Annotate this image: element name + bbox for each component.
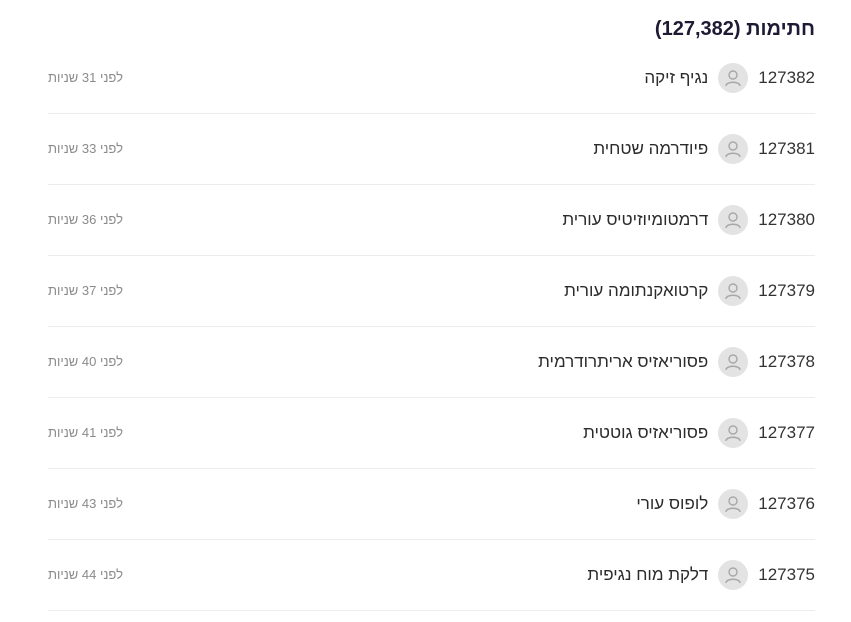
signature-row: 127380 דרמטומיוזיטיס עורית לפני 36 שניות	[48, 185, 815, 256]
signer-name: פיודרמה שטחית	[593, 139, 709, 158]
signature-info: 127382 נגיף זיקה	[644, 63, 815, 93]
signer-name: דרמטומיוזיטיס עורית	[562, 210, 709, 229]
signature-row: 127375 דלקת מוח נגיפית לפני 44 שניות	[48, 540, 815, 611]
signature-row: 127377 פסוריאזיס גוטטית לפני 41 שניות	[48, 398, 815, 469]
signature-number: 127375	[758, 565, 815, 584]
signer-name: קרטואקנתומה עורית	[564, 281, 709, 300]
signature-number: 127382	[758, 68, 815, 87]
signatures-list: 127382 נגיף זיקה לפני 31 שניות 127381 פי…	[48, 43, 815, 611]
signature-info: 127380 דרמטומיוזיטיס עורית	[562, 205, 815, 235]
signature-time: לפני 36 שניות	[48, 212, 123, 227]
signer-name: דלקת מוח נגיפית	[587, 565, 709, 584]
signer-name: פסוריאזיס אריתרודרמית	[538, 352, 709, 371]
signer-name: לופוס עורי	[636, 494, 709, 513]
signature-row: 127382 נגיף זיקה לפני 31 שניות	[48, 43, 815, 114]
signature-time: לפני 44 שניות	[48, 567, 123, 582]
signature-info: 127377 פסוריאזיס גוטטית	[583, 418, 815, 448]
signature-number: 127381	[758, 139, 815, 158]
user-placeholder-icon	[718, 134, 749, 164]
signatures-title: חתימות (127,382)	[654, 18, 815, 40]
signer-name: פסוריאזיס גוטטית	[583, 423, 709, 442]
signature-time: לפני 43 שניות	[48, 496, 123, 511]
signature-info: 127375 דלקת מוח נגיפית	[587, 560, 815, 590]
signature-time: לפני 41 שניות	[48, 425, 123, 440]
signature-info: 127376 לופוס עורי	[636, 489, 815, 519]
signature-row: 127379 קרטואקנתומה עורית לפני 37 שניות	[48, 256, 815, 327]
signer-name: נגיף זיקה	[644, 68, 709, 87]
signature-number: 127378	[758, 352, 815, 371]
user-placeholder-icon	[718, 560, 749, 590]
signature-info: 127379 קרטואקנתומה עורית	[564, 276, 815, 306]
user-placeholder-icon	[718, 276, 749, 306]
signature-info: 127381 פיודרמה שטחית	[593, 134, 815, 164]
signature-time: לפני 37 שניות	[48, 283, 123, 298]
signature-row: 127378 פסוריאזיס אריתרודרמית לפני 40 שני…	[48, 327, 815, 398]
signature-number: 127376	[758, 494, 815, 513]
signature-time: לפני 40 שניות	[48, 354, 123, 369]
signature-row: 127381 פיודרמה שטחית לפני 33 שניות	[48, 114, 815, 185]
signature-number: 127377	[758, 423, 815, 442]
signature-info: 127378 פסוריאזיס אריתרודרמית	[538, 347, 815, 377]
signature-number: 127379	[758, 281, 815, 300]
signature-time: לפני 31 שניות	[48, 70, 123, 85]
user-placeholder-icon	[718, 489, 749, 519]
user-placeholder-icon	[718, 347, 749, 377]
signature-time: לפני 33 שניות	[48, 141, 123, 156]
user-placeholder-icon	[718, 63, 749, 93]
signature-row: 127376 לופוס עורי לפני 43 שניות	[48, 469, 815, 540]
signature-number: 127380	[758, 210, 815, 229]
user-placeholder-icon	[718, 418, 749, 448]
signatures-panel: חתימות (127,382) 127382 נגיף זיקה לפני 3…	[0, 0, 851, 622]
user-placeholder-icon	[718, 205, 749, 235]
